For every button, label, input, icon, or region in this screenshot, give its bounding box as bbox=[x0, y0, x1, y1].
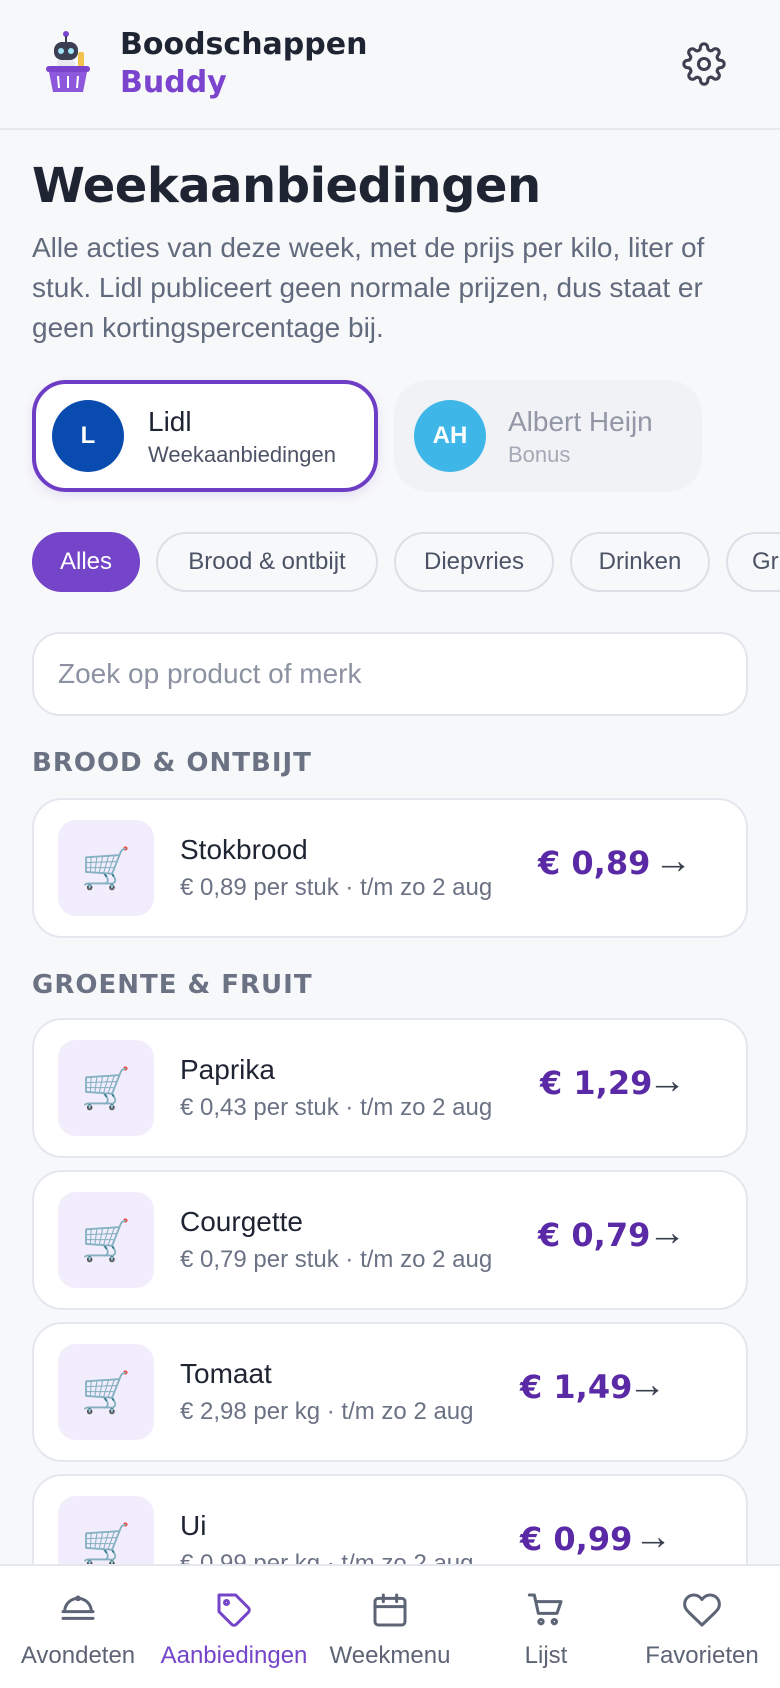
shopping-cart-icon: 🛒 bbox=[58, 1192, 154, 1288]
store-option-albert-heijn[interactable]: AH Albert Heijn Bonus bbox=[394, 380, 702, 492]
nav-label: Favorieten bbox=[645, 1642, 759, 1669]
cart-icon bbox=[527, 1593, 563, 1626]
shopping-cart-icon: 🛒 bbox=[58, 1040, 154, 1136]
heart-icon bbox=[683, 1593, 721, 1627]
product-price: € 1,29 bbox=[540, 1064, 653, 1102]
page-description: Alle acties van deze week, met de prijs … bbox=[32, 232, 705, 343]
gear-icon[interactable] bbox=[682, 42, 726, 86]
page-title: Weekaanbiedingen bbox=[32, 158, 541, 214]
store-subtitle: Weekaanbiedingen bbox=[148, 442, 336, 467]
calendar-icon bbox=[373, 1593, 407, 1627]
app-header: Boodschappen Buddy bbox=[0, 0, 780, 130]
product-price: € 1,49 bbox=[520, 1368, 633, 1406]
shopping-cart-icon: 🛒 bbox=[58, 1344, 154, 1440]
filter-chip-drinken[interactable]: Drinken bbox=[570, 532, 710, 592]
arrow-right-icon: → bbox=[628, 1364, 666, 1406]
nav-label: Aanbiedingen bbox=[160, 1642, 308, 1669]
arrow-right-icon: → bbox=[648, 1060, 686, 1102]
product-meta: € 0,79 per stuk · t/m zo 2 aug bbox=[180, 1246, 493, 1273]
product-price: € 0,79 bbox=[538, 1216, 651, 1254]
nav-label: Avondeten bbox=[20, 1642, 136, 1669]
product-name: Tomaat bbox=[180, 1358, 272, 1389]
dinner-icon bbox=[61, 1595, 95, 1620]
brand-line-1: Boodschappen bbox=[120, 27, 368, 62]
offer-card[interactable]: 🛒 Courgette € 0,79 per stuk · t/m zo 2 a… bbox=[32, 1170, 748, 1310]
nav-item-lijst[interactable]: Lijst bbox=[468, 1566, 624, 1688]
offer-card[interactable]: 🛒 Tomaat € 2,98 per kg · t/m zo 2 aug € … bbox=[32, 1322, 748, 1462]
store-name: Lidl bbox=[148, 406, 192, 437]
offer-card[interactable]: 🛒 Stokbrood € 0,89 per stuk · t/m zo 2 a… bbox=[32, 798, 748, 938]
bottom-navigation: Avondeten Aanbiedingen Weekmenu Lijst Fa… bbox=[0, 1564, 780, 1688]
store-avatar: L bbox=[52, 400, 124, 472]
tag-icon bbox=[217, 1593, 251, 1627]
nav-label: Lijst bbox=[524, 1642, 568, 1669]
nav-label: Weekmenu bbox=[329, 1642, 451, 1669]
product-price: € 0,99 bbox=[520, 1520, 633, 1558]
nav-item-weekmenu[interactable]: Weekmenu bbox=[312, 1566, 468, 1688]
arrow-right-icon: → bbox=[634, 1516, 672, 1558]
store-name: Albert Heijn bbox=[508, 406, 653, 437]
section-heading: GROENTE & FRUIT bbox=[32, 970, 313, 1000]
product-meta: € 0,43 per stuk · t/m zo 2 aug bbox=[180, 1094, 493, 1121]
product-meta: € 0,89 per stuk · t/m zo 2 aug bbox=[180, 874, 493, 901]
nav-item-favorieten[interactable]: Favorieten bbox=[624, 1566, 780, 1688]
nav-item-aanbiedingen[interactable]: Aanbiedingen bbox=[156, 1566, 312, 1688]
search-input[interactable] bbox=[32, 632, 748, 716]
filter-chip-diepvries[interactable]: Diepvries bbox=[394, 532, 554, 592]
store-subtitle: Bonus bbox=[508, 442, 571, 467]
product-name: Stokbrood bbox=[180, 834, 308, 865]
filter-chip-partial[interactable]: Gr bbox=[726, 532, 780, 592]
store-option-lidl[interactable]: L Lidl Weekaanbiedingen bbox=[32, 380, 378, 492]
product-name: Ui bbox=[180, 1510, 207, 1541]
nav-item-avondeten[interactable]: Avondeten bbox=[0, 1566, 156, 1688]
product-meta: € 2,98 per kg · t/m zo 2 aug bbox=[180, 1398, 474, 1425]
brand-name: Boodschappen Buddy bbox=[120, 26, 367, 102]
offer-card[interactable]: 🛒 Paprika € 0,43 per stuk · t/m zo 2 aug… bbox=[32, 1018, 748, 1158]
store-avatar: AH bbox=[414, 400, 486, 472]
product-price: € 0,89 bbox=[538, 844, 651, 882]
product-name: Courgette bbox=[180, 1206, 303, 1237]
filter-chip-alles[interactable]: Alles bbox=[32, 532, 140, 592]
brand-line-2: Buddy bbox=[120, 65, 227, 100]
product-name: Paprika bbox=[180, 1054, 275, 1085]
section-heading: BROOD & ONTBIJT bbox=[32, 748, 312, 778]
arrow-right-icon: → bbox=[648, 1212, 686, 1254]
robot-basket-logo-icon bbox=[46, 31, 90, 92]
shopping-cart-icon: 🛒 bbox=[58, 820, 154, 916]
filter-chip-brood-ontbijt[interactable]: Brood & ontbijt bbox=[156, 532, 378, 592]
arrow-right-icon: → bbox=[654, 840, 692, 882]
